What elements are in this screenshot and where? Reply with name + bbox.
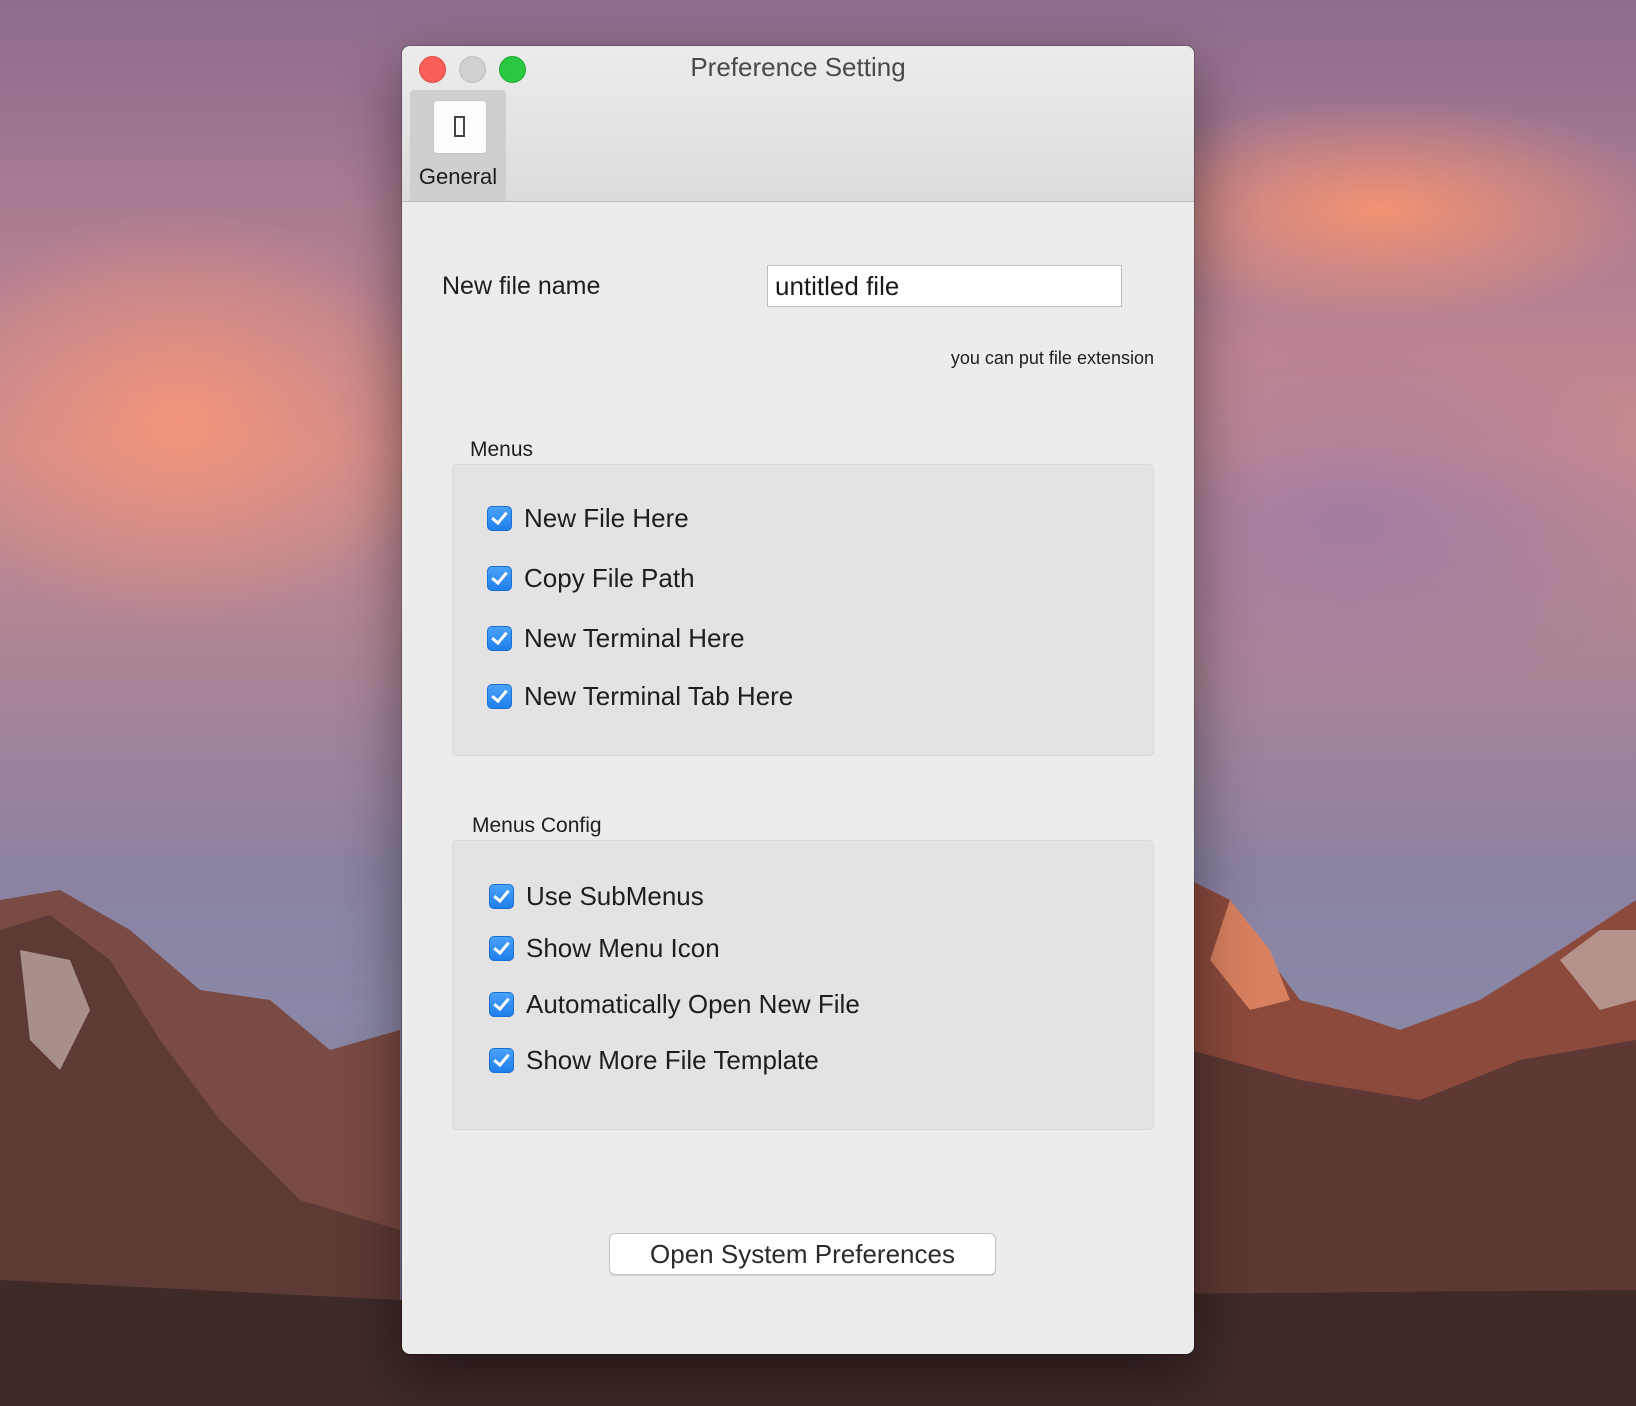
- menu-new-terminal-tab-here[interactable]: New Terminal Tab Here: [487, 679, 793, 713]
- checkbox-label: Copy File Path: [524, 562, 695, 593]
- tab-general[interactable]: General: [410, 90, 506, 201]
- checkbox-checked-icon[interactable]: [489, 935, 514, 961]
- checkbox-checked-icon[interactable]: [487, 505, 512, 531]
- menus-config-group-title: Menus Config: [472, 814, 602, 837]
- new-file-name-input[interactable]: [767, 265, 1122, 307]
- config-show-menu-icon[interactable]: Show Menu Icon: [489, 931, 720, 965]
- new-file-name-label: New file name: [442, 272, 601, 300]
- checkbox-label: Use SubMenus: [526, 880, 704, 911]
- menus-group-title: Menus: [470, 438, 534, 461]
- config-use-submenus[interactable]: Use SubMenus: [489, 879, 704, 913]
- checkbox-checked-icon[interactable]: [489, 1047, 514, 1073]
- window-title: Preference Setting: [690, 52, 906, 82]
- menu-new-file-here[interactable]: New File Here: [487, 501, 689, 535]
- checkbox-label: Show More File Template: [526, 1044, 819, 1075]
- checkbox-label: New Terminal Here: [524, 622, 745, 653]
- preferences-window: Preference Setting General New file name…: [402, 46, 1194, 1354]
- checkbox-checked-icon[interactable]: [489, 883, 514, 909]
- menu-copy-file-path[interactable]: Copy File Path: [487, 561, 695, 595]
- checkbox-label: New Terminal Tab Here: [524, 680, 794, 711]
- checkbox-checked-icon[interactable]: [489, 991, 514, 1017]
- switch-icon: [433, 100, 487, 154]
- menus-config-group-box: Use SubMenus Show Menu Icon Automaticall…: [452, 840, 1154, 1130]
- tab-general-label: General: [418, 164, 498, 189]
- checkbox-label: Show Menu Icon: [526, 932, 720, 963]
- checkbox-label: Automatically Open New File: [526, 988, 860, 1019]
- file-extension-hint: you can put file extension: [950, 348, 1154, 368]
- menus-group-box: New File Here Copy File Path New Termina…: [452, 464, 1154, 756]
- checkbox-checked-icon[interactable]: [487, 625, 512, 651]
- open-system-preferences-button[interactable]: Open System Preferences: [609, 1233, 996, 1275]
- menu-new-terminal-here[interactable]: New Terminal Here: [487, 621, 745, 655]
- checkbox-label: New File Here: [524, 502, 689, 533]
- config-auto-open-new-file[interactable]: Automatically Open New File: [489, 987, 860, 1021]
- config-show-more-file-template[interactable]: Show More File Template: [489, 1043, 819, 1077]
- checkbox-checked-icon[interactable]: [487, 565, 512, 591]
- titlebar: Preference Setting General: [402, 46, 1194, 202]
- checkbox-checked-icon[interactable]: [487, 683, 512, 709]
